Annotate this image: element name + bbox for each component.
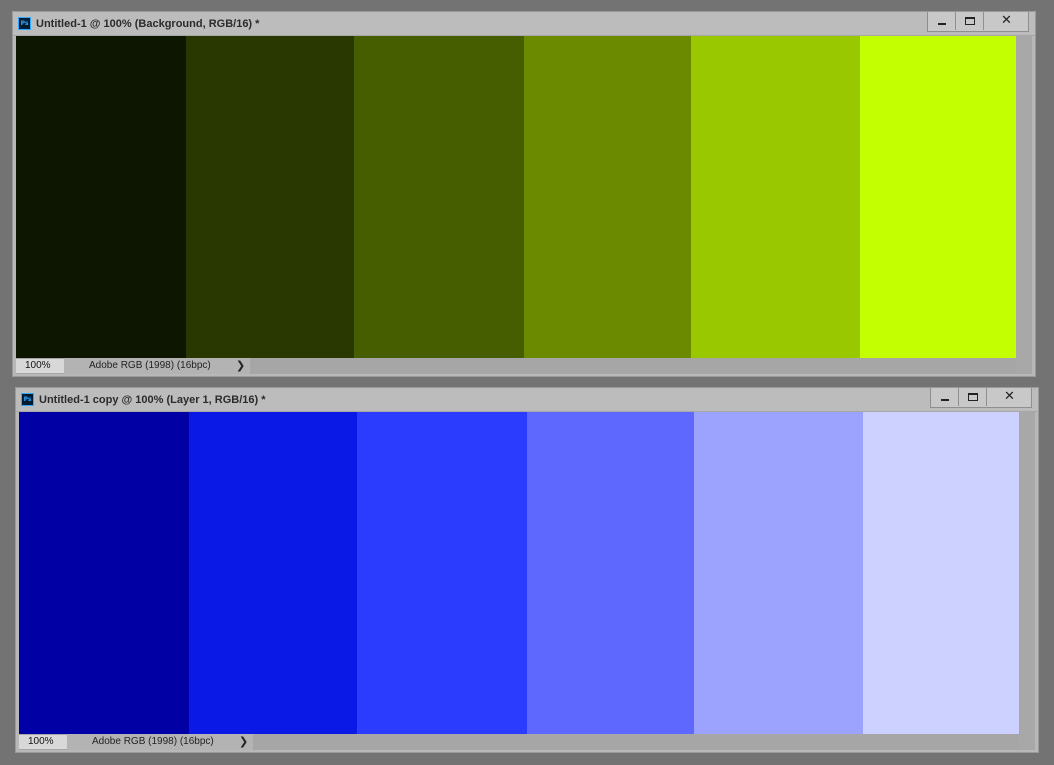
document-window-layer1[interactable]: Ps Untitled-1 copy @ 100% (Layer 1, RGB/… <box>15 387 1039 753</box>
color-swatch-4 <box>524 36 691 358</box>
scroll-corner <box>1016 358 1032 374</box>
maximize-icon <box>965 17 975 25</box>
color-profile-label: Adobe RGB (1998) (16bpc) <box>92 736 214 747</box>
photoshop-icon: Ps <box>18 17 31 30</box>
status-bar: 100% Adobe RGB (1998) (16bpc) ❯ <box>16 358 1032 374</box>
color-swatch-6 <box>863 412 1019 734</box>
window-title: Untitled-1 copy @ 100% (Layer 1, RGB/16)… <box>39 394 266 406</box>
window-controls: ✕ <box>927 12 1029 32</box>
maximize-button[interactable] <box>956 12 984 30</box>
document-canvas[interactable] <box>16 36 1016 358</box>
status-bar: 100% Adobe RGB (1998) (16bpc) ❯ <box>19 734 1035 750</box>
chevron-right-icon[interactable]: ❯ <box>236 358 245 374</box>
title-bar[interactable]: Ps Untitled-1 @ 100% (Background, RGB/16… <box>13 12 1035 36</box>
maximize-icon <box>968 393 978 401</box>
vertical-scrollbar[interactable] <box>1016 36 1032 358</box>
document-canvas[interactable] <box>19 412 1019 734</box>
color-swatch-1 <box>19 412 189 734</box>
color-swatch-5 <box>694 412 863 734</box>
vertical-scrollbar[interactable] <box>1019 412 1035 734</box>
zoom-level-field[interactable]: 100% <box>19 735 67 749</box>
close-icon: ✕ <box>1004 389 1015 404</box>
close-button[interactable]: ✕ <box>987 388 1031 406</box>
photoshop-icon: Ps <box>21 393 34 406</box>
window-title: Untitled-1 @ 100% (Background, RGB/16) * <box>36 18 260 30</box>
color-swatch-3 <box>357 412 527 734</box>
document-info[interactable]: Adobe RGB (1998) (16bpc) ❯ <box>64 358 250 374</box>
window-controls: ✕ <box>930 388 1032 408</box>
minimize-icon <box>938 23 946 25</box>
maximize-button[interactable] <box>959 388 987 406</box>
color-swatch-2 <box>189 412 357 734</box>
color-profile-label: Adobe RGB (1998) (16bpc) <box>89 360 211 371</box>
scroll-corner <box>1019 734 1035 750</box>
minimize-button[interactable] <box>928 12 956 30</box>
close-button[interactable]: ✕ <box>984 12 1028 30</box>
color-swatch-5 <box>691 36 860 358</box>
document-info[interactable]: Adobe RGB (1998) (16bpc) ❯ <box>67 734 253 750</box>
document-window-background[interactable]: Ps Untitled-1 @ 100% (Background, RGB/16… <box>12 11 1036 377</box>
color-swatch-3 <box>354 36 524 358</box>
close-icon: ✕ <box>1001 13 1012 28</box>
minimize-button[interactable] <box>931 388 959 406</box>
color-swatch-2 <box>186 36 354 358</box>
zoom-level-field[interactable]: 100% <box>16 359 64 373</box>
title-bar[interactable]: Ps Untitled-1 copy @ 100% (Layer 1, RGB/… <box>16 388 1038 412</box>
color-swatch-1 <box>16 36 186 358</box>
minimize-icon <box>941 399 949 401</box>
color-swatch-4 <box>527 412 694 734</box>
color-swatch-6 <box>860 36 1016 358</box>
chevron-right-icon[interactable]: ❯ <box>239 734 248 750</box>
